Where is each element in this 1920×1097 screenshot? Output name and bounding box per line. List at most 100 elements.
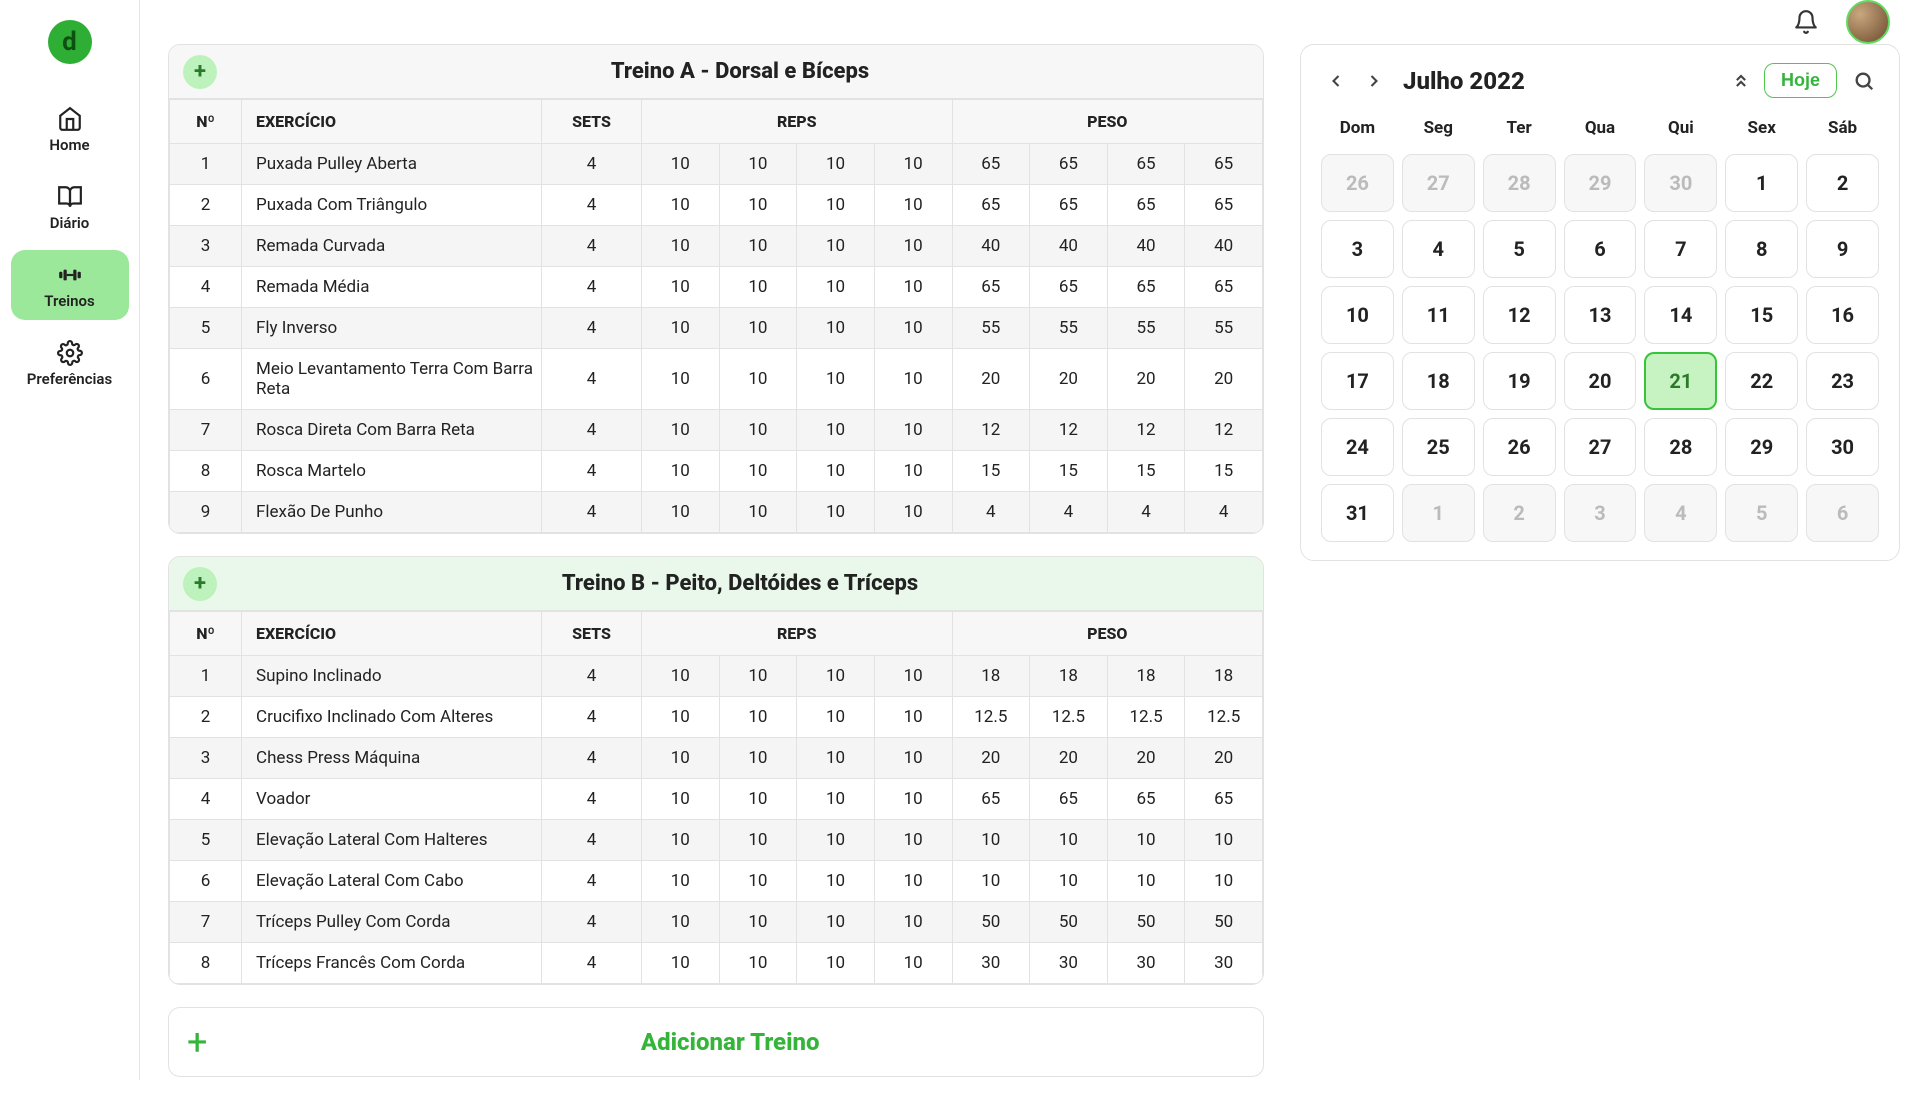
table-row[interactable]: 3Chess Press Máquina41010101020202020 [170,738,1263,779]
exercise-sets: 4 [542,267,642,308]
calendar-day[interactable]: 7 [1644,220,1717,278]
exercise-rep: 10 [797,779,875,820]
avatar[interactable] [1846,0,1890,44]
calendar-day[interactable]: 24 [1321,418,1394,476]
add-exercise-button[interactable]: + [183,55,217,89]
table-row[interactable]: 1Puxada Pulley Aberta41010101065656565 [170,144,1263,185]
calendar-day[interactable]: 4 [1402,220,1475,278]
calendar-day[interactable]: 3 [1564,484,1637,542]
calendar-day[interactable]: 25 [1402,418,1475,476]
table-row[interactable]: 2Crucifixo Inclinado Com Alteres41010101… [170,697,1263,738]
workout-title: Treino B - Peito, Deltóides e Tríceps [217,557,1263,610]
calendar-day[interactable]: 16 [1806,286,1879,344]
calendar-day[interactable]: 9 [1806,220,1879,278]
exercise-rep: 10 [874,738,952,779]
collapse-calendar-button[interactable] [1726,66,1756,96]
calendar-day[interactable]: 23 [1806,352,1879,410]
calendar-day-today[interactable]: 21 [1644,352,1717,410]
exercise-name: Meio Levantamento Terra Com Barra Reta [242,349,542,410]
workout-header: +Treino B - Peito, Deltóides e Tríceps [169,557,1263,611]
calendar-day[interactable]: 10 [1321,286,1394,344]
calendar-day[interactable]: 11 [1402,286,1475,344]
table-row[interactable]: 3Remada Curvada41010101040404040 [170,226,1263,267]
exercise-weight: 4 [952,492,1030,533]
calendar-day[interactable]: 26 [1321,154,1394,212]
table-row[interactable]: 1Supino Inclinado41010101018181818 [170,656,1263,697]
exercise-weight: 15 [1107,451,1185,492]
exercise-weight: 55 [1185,308,1263,349]
calendar-day[interactable]: 6 [1806,484,1879,542]
calendar-day[interactable]: 27 [1564,418,1637,476]
calendar-search-button[interactable] [1849,66,1879,96]
exercise-weight: 12.5 [952,697,1030,738]
exercise-sets: 4 [542,349,642,410]
table-row[interactable]: 8Tríceps Francês Com Corda41010101030303… [170,943,1263,984]
next-month-button[interactable] [1359,66,1389,96]
exercise-rep: 10 [797,451,875,492]
col-header-exercise: EXERCÍCIO [242,100,542,144]
sidebar-item-home[interactable]: Home [11,94,129,164]
calendar-day[interactable]: 18 [1402,352,1475,410]
exercise-rep: 10 [642,451,720,492]
calendar-day[interactable]: 29 [1725,418,1798,476]
calendar-day[interactable]: 4 [1644,484,1717,542]
calendar-day[interactable]: 29 [1564,154,1637,212]
calendar-day[interactable]: 5 [1725,484,1798,542]
table-row[interactable]: 4Remada Média41010101065656565 [170,267,1263,308]
calendar-day[interactable]: 17 [1321,352,1394,410]
calendar-day[interactable]: 2 [1483,484,1556,542]
calendar-day[interactable]: 26 [1483,418,1556,476]
sidebar-item-treinos[interactable]: Treinos [11,250,129,320]
exercise-weight: 65 [1107,267,1185,308]
exercise-weight: 40 [952,226,1030,267]
calendar-day[interactable]: 31 [1321,484,1394,542]
plus-icon: + [187,1024,207,1060]
add-workout-button[interactable]: + Adicionar Treino [168,1007,1264,1077]
app-logo[interactable]: d [48,20,92,64]
notifications-button[interactable] [1786,2,1826,42]
calendar-day[interactable]: 1 [1725,154,1798,212]
calendar-grid: DomSegTerQuaQuiSexSáb2627282930123456789… [1321,110,1879,542]
exercise-rep: 10 [642,861,720,902]
calendar-day[interactable]: 8 [1725,220,1798,278]
prev-month-button[interactable] [1321,66,1351,96]
exercise-weight: 10 [1185,861,1263,902]
content: +Treino A - Dorsal e BícepsNºEXERCÍCIOSE… [140,44,1920,1097]
today-button[interactable]: Hoje [1764,63,1837,98]
table-row[interactable]: 6Meio Levantamento Terra Com Barra Reta4… [170,349,1263,410]
table-row[interactable]: 7Rosca Direta Com Barra Reta410101010121… [170,410,1263,451]
calendar-day[interactable]: 30 [1644,154,1717,212]
table-row[interactable]: 5Elevação Lateral Com Halteres4101010101… [170,820,1263,861]
add-workout-label: Adicionar Treino [215,1028,1245,1056]
sidebar-item-preferencias[interactable]: Preferências [11,328,129,398]
calendar-day[interactable]: 13 [1564,286,1637,344]
calendar-day[interactable]: 27 [1402,154,1475,212]
calendar-day[interactable]: 20 [1564,352,1637,410]
table-row[interactable]: 2Puxada Com Triângulo41010101065656565 [170,185,1263,226]
exercise-number: 4 [170,267,242,308]
calendar-day[interactable]: 3 [1321,220,1394,278]
calendar-day[interactable]: 22 [1725,352,1798,410]
table-row[interactable]: 7Tríceps Pulley Com Corda410101010505050… [170,902,1263,943]
table-row[interactable]: 8Rosca Martelo41010101015151515 [170,451,1263,492]
calendar-day[interactable]: 1 [1402,484,1475,542]
calendar-day[interactable]: 5 [1483,220,1556,278]
calendar-day[interactable]: 19 [1483,352,1556,410]
calendar-day[interactable]: 14 [1644,286,1717,344]
exercise-name: Remada Média [242,267,542,308]
exercise-rep: 10 [797,185,875,226]
calendar-day[interactable]: 28 [1644,418,1717,476]
calendar-day[interactable]: 6 [1564,220,1637,278]
table-row[interactable]: 5Fly Inverso41010101055555555 [170,308,1263,349]
exercise-weight: 65 [1185,779,1263,820]
table-row[interactable]: 6Elevação Lateral Com Cabo41010101010101… [170,861,1263,902]
calendar-day[interactable]: 2 [1806,154,1879,212]
sidebar-item-diario[interactable]: Diário [11,172,129,242]
calendar-day[interactable]: 30 [1806,418,1879,476]
table-row[interactable]: 9Flexão De Punho4101010104444 [170,492,1263,533]
add-exercise-button[interactable]: + [183,567,217,601]
calendar-day[interactable]: 12 [1483,286,1556,344]
calendar-day[interactable]: 28 [1483,154,1556,212]
calendar-day[interactable]: 15 [1725,286,1798,344]
table-row[interactable]: 4Voador41010101065656565 [170,779,1263,820]
